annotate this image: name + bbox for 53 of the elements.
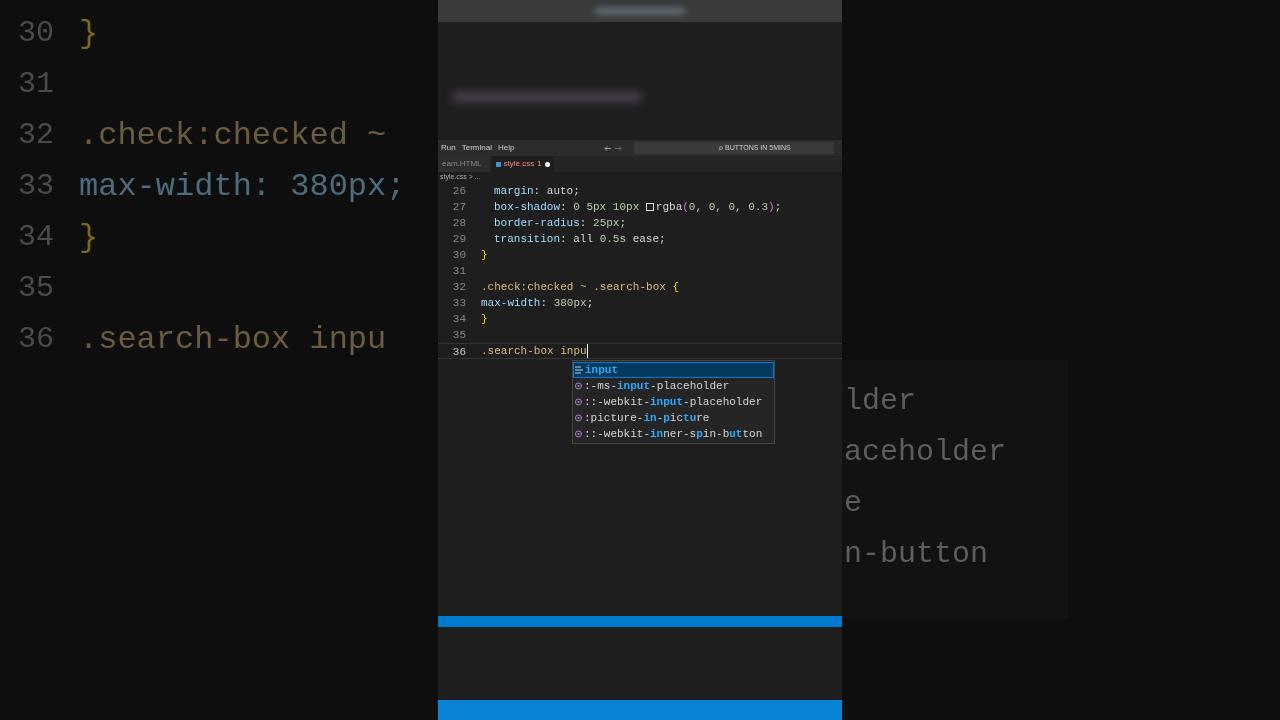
problem-count: 1 xyxy=(537,158,542,170)
code-line: max-width: 380px; xyxy=(79,167,406,207)
code-line: .check:checked ~ xyxy=(79,116,387,156)
code-line: transition: all 0.5s ease; xyxy=(493,232,666,247)
line-number: 30 xyxy=(451,248,467,263)
code-line: } xyxy=(79,218,99,258)
code-line: box-shadow: 0 5px 10px rgba(0, 0, 0, 0.3); xyxy=(493,200,782,215)
code-line: .check:checked ~ .search-box { xyxy=(481,280,680,295)
line-number: 26 xyxy=(451,184,467,199)
code-line: } xyxy=(79,14,99,54)
line-number: 33 xyxy=(17,168,55,205)
keyword-icon xyxy=(575,366,584,374)
suggestion-item[interactable]: :-ms-input-placeholder xyxy=(573,378,774,394)
editor-tab[interactable]: style.css 1 xyxy=(491,156,554,172)
suggestion-item[interactable]: :picture-in-picture xyxy=(573,410,774,426)
line-number: 36 xyxy=(451,345,467,358)
line-number: 36 xyxy=(17,321,55,358)
code-line: .search-box inpu xyxy=(481,344,587,358)
suggestion-text: n-button xyxy=(843,536,990,573)
editor-tab[interactable]: eam.HTML xyxy=(438,156,490,172)
line-number: 28 xyxy=(451,216,467,231)
suggestion-text: lder xyxy=(843,383,917,420)
back-arrow-icon[interactable] xyxy=(604,145,612,151)
suggestion-item[interactable]: ::-webkit-input-placeholder xyxy=(573,394,774,410)
text-cursor xyxy=(586,344,588,358)
menu-item[interactable]: Terminal xyxy=(461,142,492,154)
forward-arrow-icon[interactable] xyxy=(615,145,623,151)
search-icon xyxy=(718,145,724,151)
line-number: 34 xyxy=(17,219,55,256)
line-number: 34 xyxy=(451,312,467,327)
code-line: } xyxy=(481,312,488,327)
code-line: .search-box inpu xyxy=(79,320,387,360)
suggestion-text: aceholder xyxy=(843,434,1008,471)
code-line: max-width: 380px; xyxy=(481,296,594,311)
line-number: 33 xyxy=(451,296,467,311)
line-number: 31 xyxy=(17,66,55,103)
menu-item[interactable]: Help xyxy=(497,142,515,154)
suggestion-item[interactable]: ::-webkit-inner-spin-button xyxy=(573,426,774,442)
code-line: } xyxy=(481,248,488,263)
code-line: border-radius: 25px; xyxy=(493,216,627,231)
suggestion-text: e xyxy=(843,485,863,522)
line-number: 30 xyxy=(17,15,55,52)
line-number: 29 xyxy=(451,232,467,247)
suggestion-item[interactable]: input xyxy=(573,362,774,378)
menu-item[interactable]: Run xyxy=(441,142,456,154)
code-line: margin: auto; xyxy=(493,184,580,199)
line-number: 31 xyxy=(451,264,467,279)
css-file-icon xyxy=(495,161,501,167)
line-number: 32 xyxy=(451,280,467,295)
line-number: 35 xyxy=(451,328,467,343)
line-number: 32 xyxy=(17,117,55,154)
line-number: 35 xyxy=(17,270,55,307)
line-number: 27 xyxy=(451,200,467,215)
